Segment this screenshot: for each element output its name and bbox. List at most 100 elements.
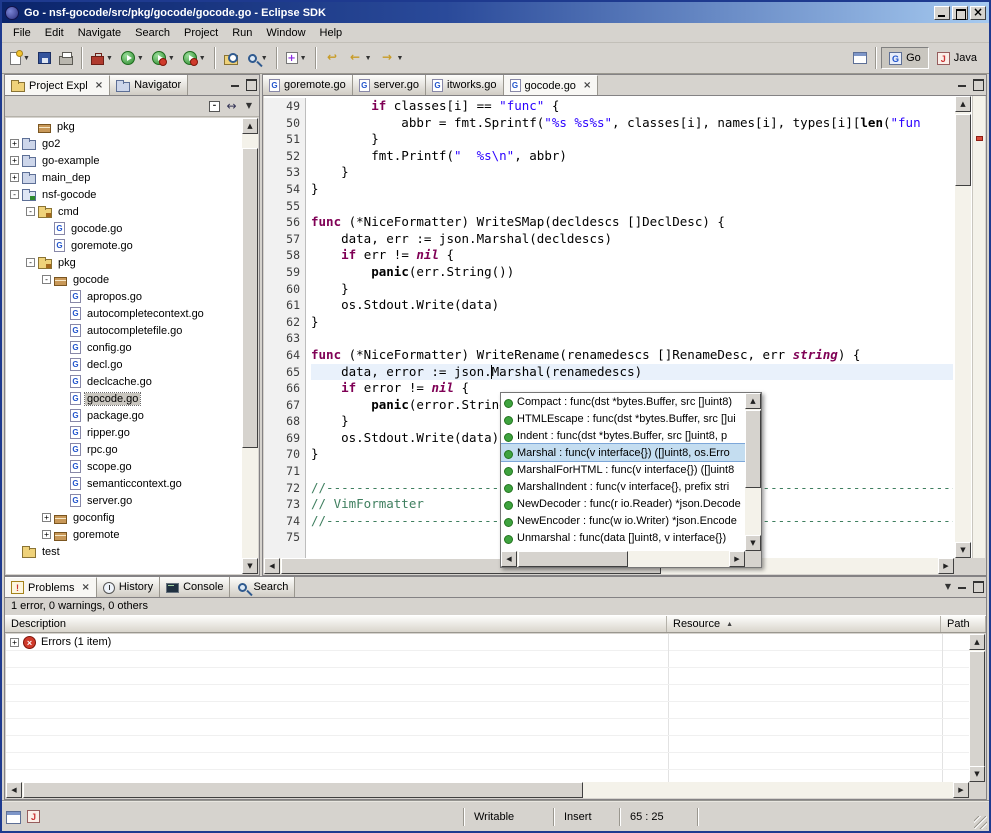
close-tab-icon[interactable]: × [81, 583, 89, 593]
collapse-icon[interactable]: - [26, 207, 35, 216]
code-line-52[interactable]: fmt.Printf(" %s\n", abbr) [311, 148, 953, 165]
minimize-editor-icon[interactable] [956, 78, 969, 90]
dropdown-arrow-icon[interactable]: ▼ [300, 55, 307, 62]
tree-item-cmd[interactable]: -cmd [6, 203, 242, 220]
java-shortcut-icon[interactable] [27, 810, 40, 823]
run-button[interactable]: ▼ [117, 46, 148, 70]
view-menu-icon[interactable] [243, 99, 255, 113]
scroll-down-icon[interactable]: ▼ [969, 766, 985, 782]
scroll-thumb[interactable] [518, 551, 628, 567]
popup-vscrollbar[interactable]: ▲ ▼ [745, 393, 761, 551]
new-button[interactable]: ▼ [6, 46, 34, 70]
tree-item-goremote[interactable]: +goremote [6, 526, 242, 543]
dropdown-arrow-icon[interactable]: ▼ [199, 55, 206, 62]
dropdown-arrow-icon[interactable]: ▼ [168, 55, 175, 62]
save-button[interactable] [34, 46, 55, 70]
tree-item-rpc-go[interactable]: rpc.go [6, 441, 242, 458]
tree-item-pkg[interactable]: pkg [6, 118, 242, 135]
scroll-thumb[interactable] [969, 651, 985, 767]
forward-button[interactable]: ▼ [376, 46, 408, 70]
code-line-55[interactable] [311, 198, 953, 215]
maximize-window-button[interactable] [952, 6, 968, 20]
code-line-60[interactable]: } [311, 281, 953, 298]
editor-tab-itworks-go[interactable]: itworks.go [426, 75, 504, 95]
code-line-51[interactable]: } [311, 131, 953, 148]
open-type-button[interactable] [220, 46, 242, 70]
external-tools-button[interactable]: ▼ [87, 46, 117, 70]
scroll-up-icon[interactable]: ▲ [969, 634, 985, 650]
line-number[interactable]: 55 [264, 198, 300, 215]
expand-icon[interactable]: + [42, 530, 51, 539]
coverage-button[interactable]: ▼ [148, 46, 179, 70]
scroll-thumb[interactable] [242, 148, 258, 448]
scroll-right-icon[interactable]: ▶ [953, 782, 969, 798]
scroll-left-icon[interactable]: ◀ [264, 558, 280, 574]
menu-help[interactable]: Help [313, 25, 350, 41]
view-tab-search[interactable]: Search [230, 577, 295, 597]
tree-item-nsf-gocode[interactable]: -nsf-gocode [6, 186, 242, 203]
line-number[interactable]: 67 [264, 397, 300, 414]
tree-item-decl-go[interactable]: decl.go [6, 356, 242, 373]
line-number[interactable]: 59 [264, 264, 300, 281]
menu-navigate[interactable]: Navigate [71, 25, 128, 41]
line-number[interactable]: 69 [264, 430, 300, 447]
line-number[interactable]: 72 [264, 480, 300, 497]
tree-item-pkg[interactable]: -pkg [6, 254, 242, 271]
code-line-53[interactable]: } [311, 164, 953, 181]
code-line-64[interactable]: func (*NiceFormatter) WriteRename(rename… [311, 347, 953, 364]
scroll-right-icon[interactable]: ▶ [729, 551, 745, 567]
popup-hscrollbar[interactable]: ◀ ▶ [501, 551, 745, 567]
resize-grip[interactable] [974, 816, 987, 829]
collapse-icon[interactable]: - [10, 190, 19, 199]
scroll-down-icon[interactable]: ▼ [242, 558, 258, 574]
editor-tab-goremote-go[interactable]: goremote.go [263, 75, 353, 95]
line-number[interactable]: 53 [264, 164, 300, 181]
completion-item[interactable]: Compact : func(dst *bytes.Buffer, src []… [501, 393, 745, 410]
collapse-icon[interactable]: - [26, 258, 35, 267]
line-number-ruler[interactable]: 4950515253545556575859606162636465666768… [264, 98, 306, 558]
line-number[interactable]: 68 [264, 413, 300, 430]
expand-icon[interactable]: + [42, 513, 51, 522]
expand-icon[interactable]: + [10, 139, 19, 148]
line-number[interactable]: 74 [264, 513, 300, 530]
minimize-view-icon[interactable] [956, 580, 969, 592]
code-line-59[interactable]: panic(err.String()) [311, 264, 953, 281]
scroll-thumb[interactable] [23, 782, 583, 798]
code-line-57[interactable]: data, err := json.Marshal(decldescs) [311, 231, 953, 248]
dropdown-arrow-icon[interactable]: ▼ [106, 55, 113, 62]
tree-item-autocompletefile-go[interactable]: autocompletefile.go [6, 322, 242, 339]
line-number[interactable]: 49 [264, 98, 300, 115]
link-with-editor-icon[interactable] [224, 99, 239, 113]
scroll-down-icon[interactable]: ▼ [955, 542, 971, 558]
tree-item-autocompletecontext-go[interactable]: autocompletecontext.go [6, 305, 242, 322]
line-number[interactable]: 64 [264, 347, 300, 364]
code-line-65[interactable]: data, error := json.Marshal(renamedescs) [311, 364, 953, 381]
code-line-54[interactable]: } [311, 181, 953, 198]
dropdown-arrow-icon[interactable]: ▼ [23, 55, 30, 62]
scroll-up-icon[interactable]: ▲ [955, 96, 971, 112]
tree-item-gocode-go[interactable]: gocode.go [6, 390, 242, 407]
expand-icon[interactable]: + [10, 156, 19, 165]
scroll-left-icon[interactable]: ◀ [6, 782, 22, 798]
code-line-49[interactable]: if classes[i] == "func" { [311, 98, 953, 115]
completion-item[interactable]: NewDecoder : func(r io.Reader) *json.Dec… [501, 495, 745, 512]
tree-item-scope-go[interactable]: scope.go [6, 458, 242, 475]
code-line-58[interactable]: if err != nil { [311, 247, 953, 264]
new-element-button[interactable]: ▼ [282, 46, 311, 70]
completion-item[interactable]: Indent : func(dst *bytes.Buffer, src []u… [501, 427, 745, 444]
line-number[interactable]: 58 [264, 247, 300, 264]
problems-hscrollbar[interactable]: ◀ ▶ [6, 782, 969, 798]
view-tab-history[interactable]: History [97, 577, 160, 597]
line-number[interactable]: 51 [264, 131, 300, 148]
go-perspective-button[interactable]: Go [881, 47, 929, 69]
view-tab-project-expl[interactable]: Project Expl× [5, 75, 110, 95]
maximize-view-icon[interactable] [244, 78, 257, 90]
close-tab-icon[interactable]: × [95, 81, 103, 91]
line-number[interactable]: 66 [264, 380, 300, 397]
overview-ruler[interactable] [972, 96, 985, 558]
tree-item-package-go[interactable]: package.go [6, 407, 242, 424]
tree-item-main-dep[interactable]: +main_dep [6, 169, 242, 186]
line-number[interactable]: 65 [264, 364, 300, 381]
code-line-63[interactable] [311, 330, 953, 347]
fast-view-icon[interactable] [6, 811, 21, 824]
